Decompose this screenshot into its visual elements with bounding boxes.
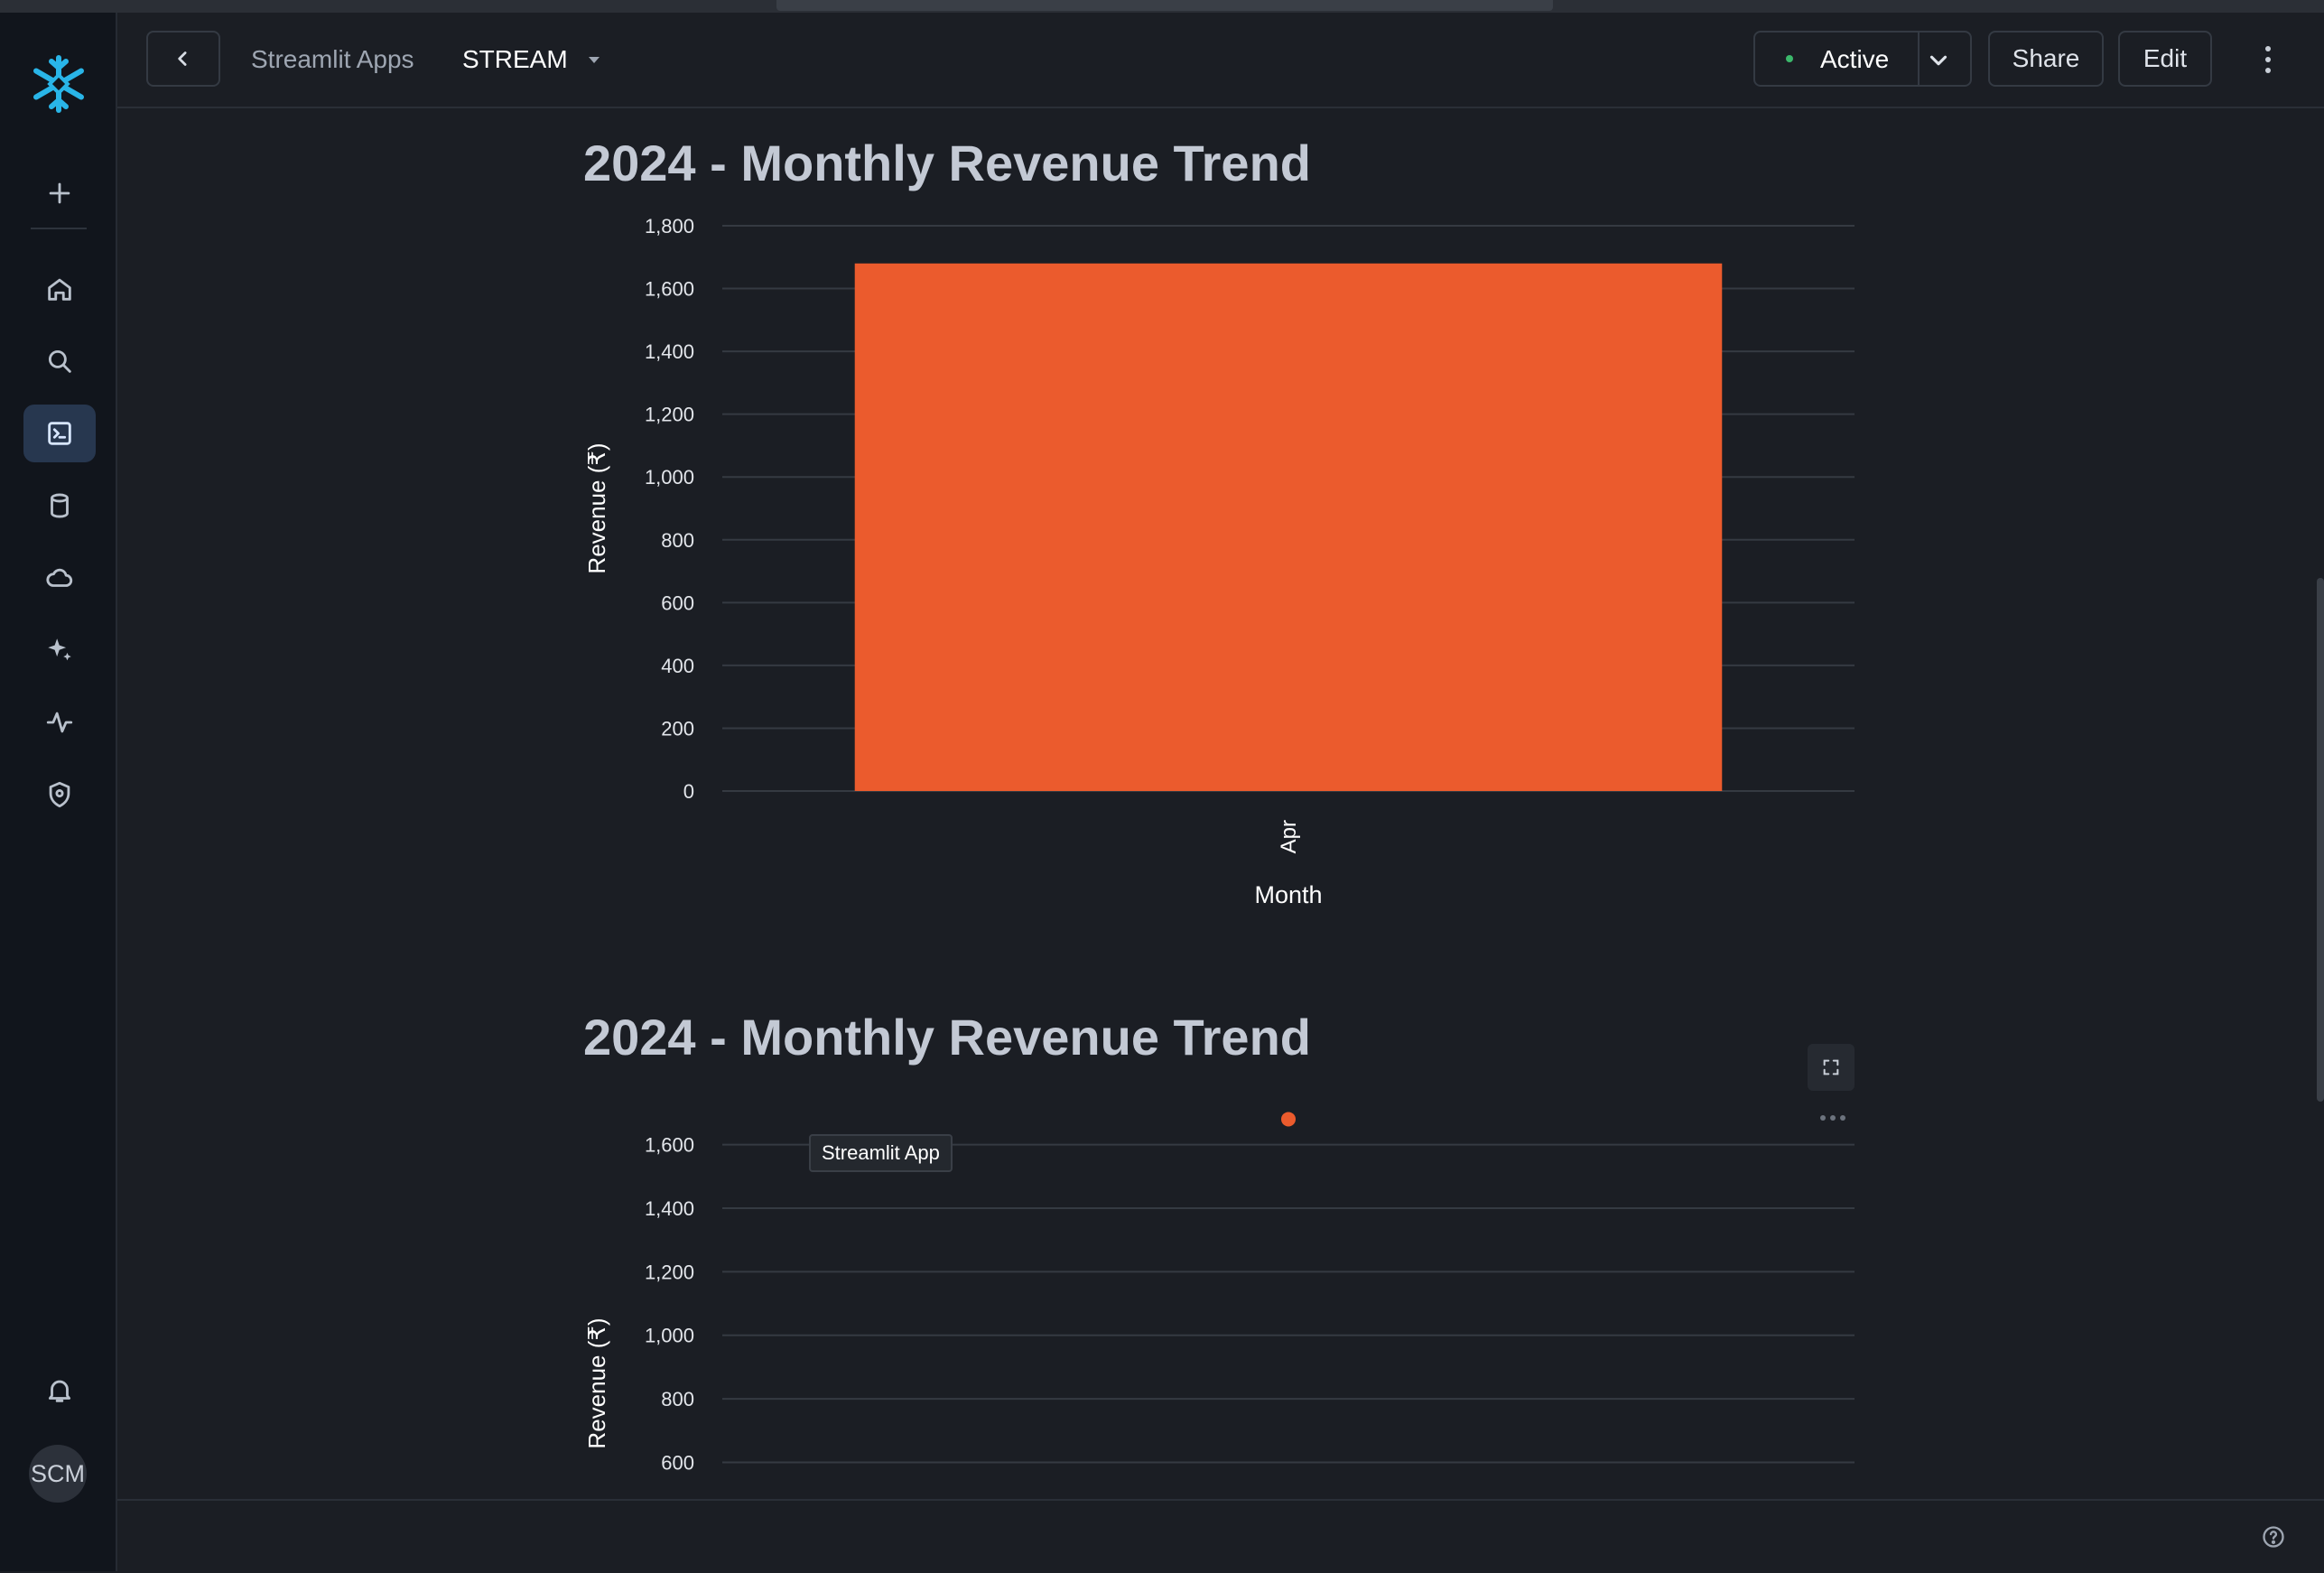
sidebar-item-data[interactable] [23, 477, 96, 535]
back-button[interactable] [146, 31, 220, 87]
footer-bar [117, 1499, 2324, 1573]
chart-1-y-tick-label: 400 [661, 655, 694, 677]
chart-1-y-tick-label: 1,000 [645, 466, 694, 489]
chart-more-actions-button[interactable] [1817, 1109, 1849, 1127]
tooltip: Streamlit App [809, 1134, 953, 1172]
status-indicator-dot [1786, 55, 1793, 62]
snowflake-logo-icon[interactable] [27, 52, 90, 116]
kebab-menu-icon [2265, 46, 2271, 73]
chart-2-y-tick-label: 800 [661, 1388, 694, 1410]
chart-1-y-tick-label: 1,400 [645, 340, 694, 363]
shield-icon [49, 781, 70, 808]
activity-icon [46, 712, 73, 733]
revenue-charts: 0 200 400 600 800 1,000 1,200 1,400 1,600 1,800 Re… [583, 215, 1855, 1474]
help-icon[interactable] [2261, 1524, 2286, 1550]
streamlit-app-content: 2024 - Monthly Revenue Trend 2024 - Mont… [117, 108, 2324, 1499]
app-name-dropdown-icon[interactable] [583, 49, 605, 70]
chart-1-x-tick-label: Apr [1277, 820, 1301, 853]
chevron-left-icon [178, 51, 187, 66]
chart-1-y-tick-label: 600 [661, 591, 694, 614]
app-name[interactable]: STREAM [462, 45, 568, 74]
breadcrumb-streamlit-apps[interactable]: Streamlit Apps [251, 45, 414, 74]
chart-1-y-tick-label: 0 [683, 780, 694, 803]
sidebar: SCM [0, 13, 117, 1571]
app-header: Streamlit Apps STREAM Active Share Edit [117, 13, 2324, 108]
chart-1-y-tick-label: 1,800 [645, 215, 694, 237]
chart-2-point [1281, 1112, 1296, 1127]
sidebar-item-monitoring[interactable] [23, 693, 96, 751]
search-icon [48, 349, 71, 373]
chart-1-x-axis-label: Month [1254, 881, 1322, 908]
sidebar-item-projects[interactable] [23, 405, 96, 462]
database-icon [51, 493, 69, 518]
horizontal-dots-icon [1820, 1115, 1845, 1121]
user-avatar[interactable]: SCM [29, 1445, 87, 1503]
chart-2-y-tick-label: 1,400 [645, 1197, 694, 1220]
home-icon [48, 278, 71, 301]
chart-2-y-axis-label: Revenue (₹) [583, 1317, 610, 1448]
edit-button[interactable]: Edit [2118, 31, 2212, 87]
plus-icon [49, 182, 70, 204]
sidebar-item-data-products[interactable] [23, 549, 96, 607]
more-options-button[interactable] [2250, 40, 2286, 79]
create-button[interactable] [23, 164, 96, 222]
scrollbar-thumb[interactable] [2317, 578, 2324, 1102]
share-button[interactable]: Share [1988, 31, 2104, 87]
chart-1-y-tick-label: 800 [661, 529, 694, 552]
browser-tab[interactable] [776, 0, 1553, 11]
chart-2-y-tick-label: 600 [661, 1451, 694, 1474]
cloud-icon [46, 568, 73, 587]
status-button[interactable]: Active [1755, 33, 1920, 85]
streamlit-apps-icon [48, 422, 71, 445]
sidebar-divider [31, 228, 87, 229]
chart-1-y-tick-label: 1,600 [645, 278, 694, 301]
sidebar-item-admin[interactable] [23, 766, 96, 824]
chart-1-bar [854, 263, 1723, 791]
sidebar-item-home[interactable] [23, 260, 96, 318]
notifications-button[interactable] [23, 1362, 96, 1419]
fullscreen-icon [1823, 1059, 1839, 1075]
chart-1-y-tick-label: 200 [661, 717, 694, 740]
fullscreen-button[interactable] [1808, 1044, 1855, 1091]
chart-2-y-tick-label: 1,200 [645, 1261, 694, 1283]
browser-tab-strip [0, 0, 2324, 13]
sidebar-item-ai-ml[interactable] [23, 621, 96, 679]
chart-2-y-tick-label: 1,000 [645, 1325, 694, 1347]
sparkle-icon [48, 638, 71, 661]
app-status-control: Active [1753, 31, 1972, 87]
sidebar-item-search[interactable] [23, 332, 96, 390]
chart-2-y-tick-label: 1,600 [645, 1134, 694, 1157]
chart-1-y-tick-label: 1,200 [645, 404, 694, 426]
status-label: Active [1820, 45, 1890, 73]
chart-1-y-axis-label: Revenue (₹) [583, 442, 610, 573]
chevron-down-icon[interactable] [1925, 47, 1952, 74]
bell-icon [48, 1380, 71, 1402]
